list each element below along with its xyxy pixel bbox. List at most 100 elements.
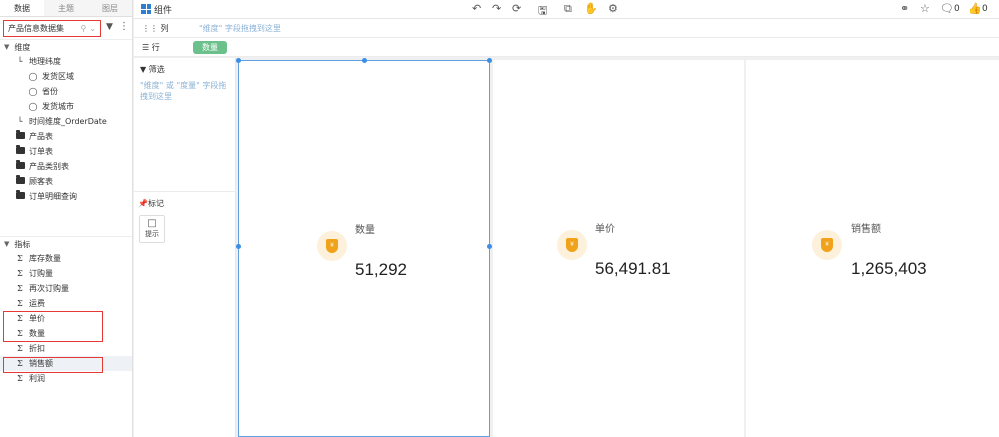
- columns-shelf[interactable]: ⋮⋮ 列 "维度" 字段拖拽到这里: [134, 19, 999, 38]
- measures-header[interactable]: ▼ 指标: [0, 236, 132, 251]
- tab-data[interactable]: 数据: [0, 0, 44, 16]
- dimension-label: 产品类别表: [29, 162, 69, 171]
- resize-handle[interactable]: [487, 58, 492, 63]
- data-panel: 数据 主题 图层 产品信息数据集 ⚲ ⌄ ▼ ⋮ ▼ 维度 └ 地理纬度 ◯ 发货区…: [0, 0, 133, 437]
- sigma-icon: Σ: [17, 284, 23, 293]
- refresh-icon[interactable]: ⟳: [512, 2, 521, 15]
- copy-icon[interactable]: ⧉: [564, 2, 572, 16]
- highlight-box-price-qty: [3, 311, 103, 342]
- toolbar-title: 组件: [154, 6, 173, 16]
- dimension-item[interactable]: 订单表: [0, 144, 132, 159]
- kpi-badge-icon: ¥: [317, 231, 347, 261]
- filter-drop-hint[interactable]: "维度" 或 "度量" 字段拖拽到这里: [140, 80, 232, 102]
- folder-icon: [14, 190, 26, 201]
- sigma-icon: Σ: [17, 254, 23, 263]
- collapse-arrow-icon[interactable]: ▼: [4, 43, 9, 51]
- dimensions-header-label: 维度: [14, 42, 31, 52]
- rows-shelf[interactable]: ☰ 行 数量: [134, 38, 999, 57]
- share-icon[interactable]: ⚭: [900, 2, 909, 15]
- app-root: 数据 主题 图层 产品信息数据集 ⚲ ⌄ ▼ ⋮ ▼ 维度 └ 地理纬度 ◯ 发货区…: [0, 0, 999, 437]
- folder-icon: [14, 160, 26, 171]
- dataset-selector[interactable]: 产品信息数据集 ⚲ ⌄: [3, 19, 101, 37]
- top-toolbar: 组件 ↶ ↷ ⟳ 🖫 ⧉ ✋ ⚙ ⚭ ☆ 🗨 0 👍 0: [134, 0, 999, 19]
- widget-logo-icon: [141, 4, 151, 14]
- folder-icon: [14, 175, 26, 186]
- dimensions-header[interactable]: ▼ 维度: [0, 39, 132, 54]
- dimension-item[interactable]: 产品表: [0, 129, 132, 144]
- folder-icon: [14, 145, 26, 156]
- filter-title: ▼ 筛选: [140, 65, 165, 74]
- star-icon[interactable]: ☆: [920, 2, 930, 15]
- dimension-item[interactable]: ◯ 发货区域: [0, 69, 132, 84]
- kpi-badge-icon: ¥: [812, 230, 842, 260]
- filter-icon[interactable]: ▼: [106, 22, 113, 32]
- measure-item[interactable]: Σ 再次订购量: [0, 281, 132, 296]
- hand-icon[interactable]: ✋: [584, 2, 598, 15]
- dimension-item[interactable]: 顾客表: [0, 174, 132, 189]
- comment-icon[interactable]: 🗨: [940, 2, 954, 15]
- rows-label-text: 行: [151, 43, 160, 52]
- resize-handle[interactable]: [362, 58, 367, 63]
- resize-handle[interactable]: [236, 58, 241, 63]
- dimension-item[interactable]: 订单明细查询: [0, 189, 132, 204]
- dimension-item[interactable]: ◯ 省份: [0, 84, 132, 99]
- measure-item[interactable]: Σ 折扣: [0, 341, 132, 356]
- comment-icon: □: [147, 218, 157, 229]
- kpi-value: 51,292: [355, 260, 407, 279]
- settings-icon[interactable]: ⚙: [608, 2, 618, 15]
- kpi-card[interactable]: ¥ 销售额 1,265,403: [746, 60, 999, 437]
- kpi-value: 1,265,403: [851, 259, 927, 278]
- dataset-name: 产品信息数据集: [8, 23, 64, 33]
- sigma-icon: Σ: [17, 299, 23, 308]
- dimension-label: 发货区域: [42, 72, 74, 81]
- kpi-card[interactable]: ¥ 数量 51,292: [236, 58, 492, 437]
- undo-icon[interactable]: ↶: [472, 2, 481, 15]
- rows-label: ☰ 行: [142, 43, 160, 52]
- tab-theme[interactable]: 主题: [44, 0, 88, 16]
- like-icon[interactable]: 👍: [968, 2, 982, 15]
- globe-icon: ◯: [28, 87, 38, 96]
- columns-label-text: 列: [160, 24, 169, 33]
- chevron-down-icon[interactable]: ⌄: [89, 24, 96, 33]
- more-icon[interactable]: ⋮: [119, 21, 129, 32]
- shield-icon: ¥: [821, 238, 833, 252]
- columns-label: ⋮⋮ 列: [142, 24, 169, 33]
- dimension-label: 顾客表: [29, 177, 53, 186]
- measure-item[interactable]: Σ 运费: [0, 296, 132, 311]
- columns-drop-hint: "维度" 字段拖拽到这里: [199, 24, 281, 33]
- resize-handle[interactable]: [487, 244, 492, 249]
- search-icon[interactable]: ⚲: [80, 24, 86, 33]
- redo-icon[interactable]: ↷: [492, 2, 501, 15]
- globe-icon: ◯: [28, 102, 38, 111]
- rows-field-pill[interactable]: 数量: [193, 41, 227, 54]
- dimension-label: 订单明细查询: [29, 192, 77, 201]
- hierarchy-icon: └: [17, 117, 23, 126]
- dimension-item[interactable]: └ 时间维度_OrderDate: [0, 114, 132, 129]
- dimension-item[interactable]: 产品类别表: [0, 159, 132, 174]
- dimension-label: 省份: [42, 87, 58, 96]
- panel-divider: [134, 191, 236, 192]
- dataset-selector-row: 产品信息数据集 ⚲ ⌄ ▼ ⋮: [0, 17, 132, 39]
- sigma-icon: Σ: [17, 374, 23, 383]
- shield-icon: ¥: [566, 238, 578, 252]
- tooltip-mark-button[interactable]: □ 提示: [139, 215, 165, 243]
- measure-item[interactable]: Σ 库存数量: [0, 251, 132, 266]
- measure-label: 运费: [29, 299, 45, 308]
- measures-header-label: 指标: [14, 239, 31, 249]
- dimension-item[interactable]: ◯ 发货城市: [0, 99, 132, 114]
- sigma-icon: Σ: [17, 344, 23, 353]
- collapse-arrow-icon[interactable]: ▼: [4, 240, 9, 248]
- kpi-label: 数量: [355, 225, 375, 236]
- sigma-icon: Σ: [17, 269, 23, 278]
- like-count: 0: [982, 4, 988, 14]
- measure-item[interactable]: Σ 利润: [0, 371, 132, 386]
- highlight-box-sales: [3, 357, 103, 373]
- kpi-card[interactable]: ¥ 单价 56,491.81: [493, 60, 744, 437]
- measure-item[interactable]: Σ 订购量: [0, 266, 132, 281]
- tab-layers[interactable]: 图层: [88, 0, 132, 16]
- marks-title-text: 标记: [147, 199, 164, 208]
- panel-spacer: [0, 204, 132, 236]
- resize-handle[interactable]: [236, 244, 241, 249]
- dimension-item[interactable]: └ 地理纬度: [0, 54, 132, 69]
- dimension-label: 地理纬度: [29, 57, 61, 66]
